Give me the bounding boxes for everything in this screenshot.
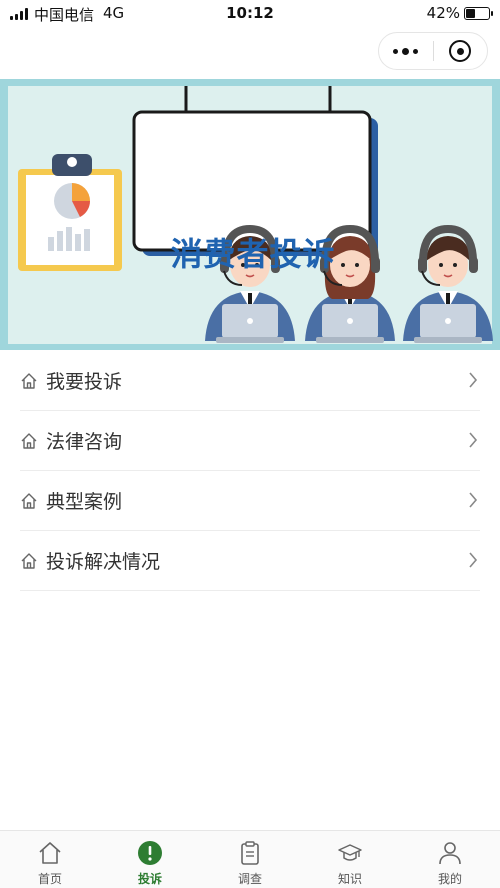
chevron-right-icon xyxy=(469,432,478,448)
chevron-right-icon xyxy=(469,492,478,508)
menu-item-label: 我要投诉 xyxy=(46,371,123,393)
home-icon xyxy=(21,492,37,509)
menu-item-label: 典型案例 xyxy=(46,491,123,513)
battery-percent: 42% xyxy=(426,4,460,22)
tab-home[interactable]: 首页 xyxy=(0,831,100,888)
chevron-right-icon xyxy=(469,552,478,568)
banner-title: 消费者投诉 xyxy=(170,235,336,273)
clock: 10:12 xyxy=(226,4,274,22)
graduation-cap-icon xyxy=(336,839,364,867)
home-icon xyxy=(21,372,37,389)
menu-item-label: 投诉解决情况 xyxy=(46,551,161,573)
menu-item-complaint[interactable]: 我要投诉 xyxy=(20,351,480,411)
tab-label: 投诉 xyxy=(137,872,162,886)
tab-label: 首页 xyxy=(37,872,62,886)
more-options-button[interactable] xyxy=(379,33,433,69)
status-bar: 中国电信 4G 10:12 42% xyxy=(0,0,500,28)
menu-item-typical-cases[interactable]: 典型案例 xyxy=(20,471,480,531)
tab-survey[interactable]: 调查 xyxy=(200,831,300,888)
tab-knowledge[interactable]: 知识 xyxy=(300,831,400,888)
person-icon xyxy=(436,839,464,867)
battery-icon xyxy=(464,7,493,20)
chevron-right-icon xyxy=(469,372,478,388)
tab-complaint[interactable]: 投诉 xyxy=(100,831,200,888)
menu-item-legal-consult[interactable]: 法律咨询 xyxy=(20,411,480,471)
tab-label: 调查 xyxy=(237,872,262,886)
close-mini-program-button[interactable] xyxy=(433,33,487,69)
exclamation-icon xyxy=(136,839,164,867)
home-icon xyxy=(21,432,37,449)
clipboard-icon xyxy=(236,839,264,867)
menu-list: 我要投诉 法律咨询 典型案例 投诉解决情况 xyxy=(0,351,500,591)
mini-program-capsule xyxy=(378,32,488,70)
menu-item-label: 法律咨询 xyxy=(46,431,123,453)
tab-mine[interactable]: 我的 xyxy=(400,831,500,888)
banner-illustration xyxy=(18,86,493,343)
menu-item-resolution-status[interactable]: 投诉解决情况 xyxy=(20,531,480,591)
tab-label: 我的 xyxy=(437,872,462,886)
home-icon xyxy=(36,839,64,867)
home-icon xyxy=(21,552,37,569)
target-icon xyxy=(449,40,472,62)
bottom-tab-bar: 首页 投诉 调查 知识 我的 xyxy=(0,830,500,888)
tab-label: 知识 xyxy=(337,872,362,886)
banner: 消费者投诉 xyxy=(0,79,500,350)
